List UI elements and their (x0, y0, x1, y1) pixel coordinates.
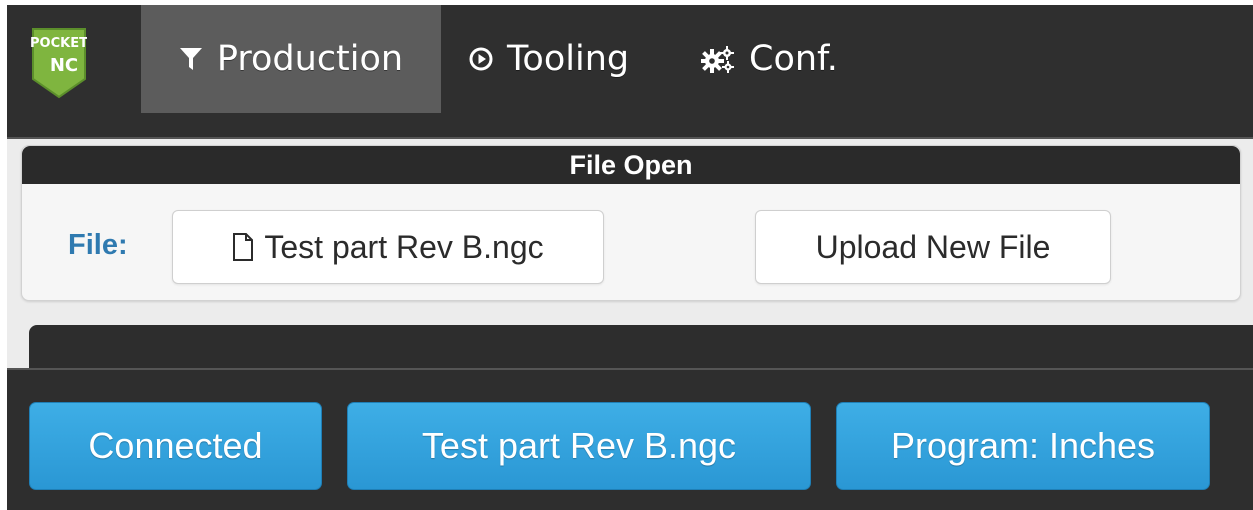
nav-production-label: Production (216, 39, 404, 79)
document-icon (232, 233, 254, 261)
select-file-button[interactable]: Test part Rev B.ngc (172, 210, 604, 284)
nav-tooling-label: Tooling (507, 39, 630, 79)
current-file-name: Test part Rev B.ngc (264, 228, 544, 265)
file-open-panel: File Open File: Test part Rev B.ngc Uplo… (21, 145, 1241, 301)
file-label: File: (68, 229, 128, 261)
top-navbar: POCKET NC Production Tooling Conf. (7, 5, 1253, 139)
filter-icon (179, 46, 203, 72)
nav-conf[interactable]: Conf. (701, 5, 838, 113)
logo-text-bottom: NC (50, 55, 78, 76)
logo-text-top: POCKET (31, 36, 87, 51)
gears-icon (701, 45, 735, 73)
pocketnc-logo[interactable]: POCKET NC (30, 27, 88, 99)
app-window: POCKET NC Production Tooling Conf. File … (7, 5, 1253, 510)
nav-tooling[interactable]: Tooling (469, 5, 629, 113)
nav-conf-label: Conf. (749, 39, 838, 79)
connection-status-button[interactable]: Connected (29, 402, 322, 490)
file-open-header: File Open (22, 146, 1240, 184)
loaded-file-button[interactable]: Test part Rev B.ngc (347, 402, 811, 490)
status-bar: Connected Test part Rev B.ngc Program: I… (7, 368, 1253, 510)
play-circle-icon (469, 47, 493, 71)
nav-production[interactable]: Production (141, 5, 441, 113)
program-units-button[interactable]: Program: Inches (836, 402, 1210, 490)
upload-new-file-button[interactable]: Upload New File (755, 210, 1111, 284)
